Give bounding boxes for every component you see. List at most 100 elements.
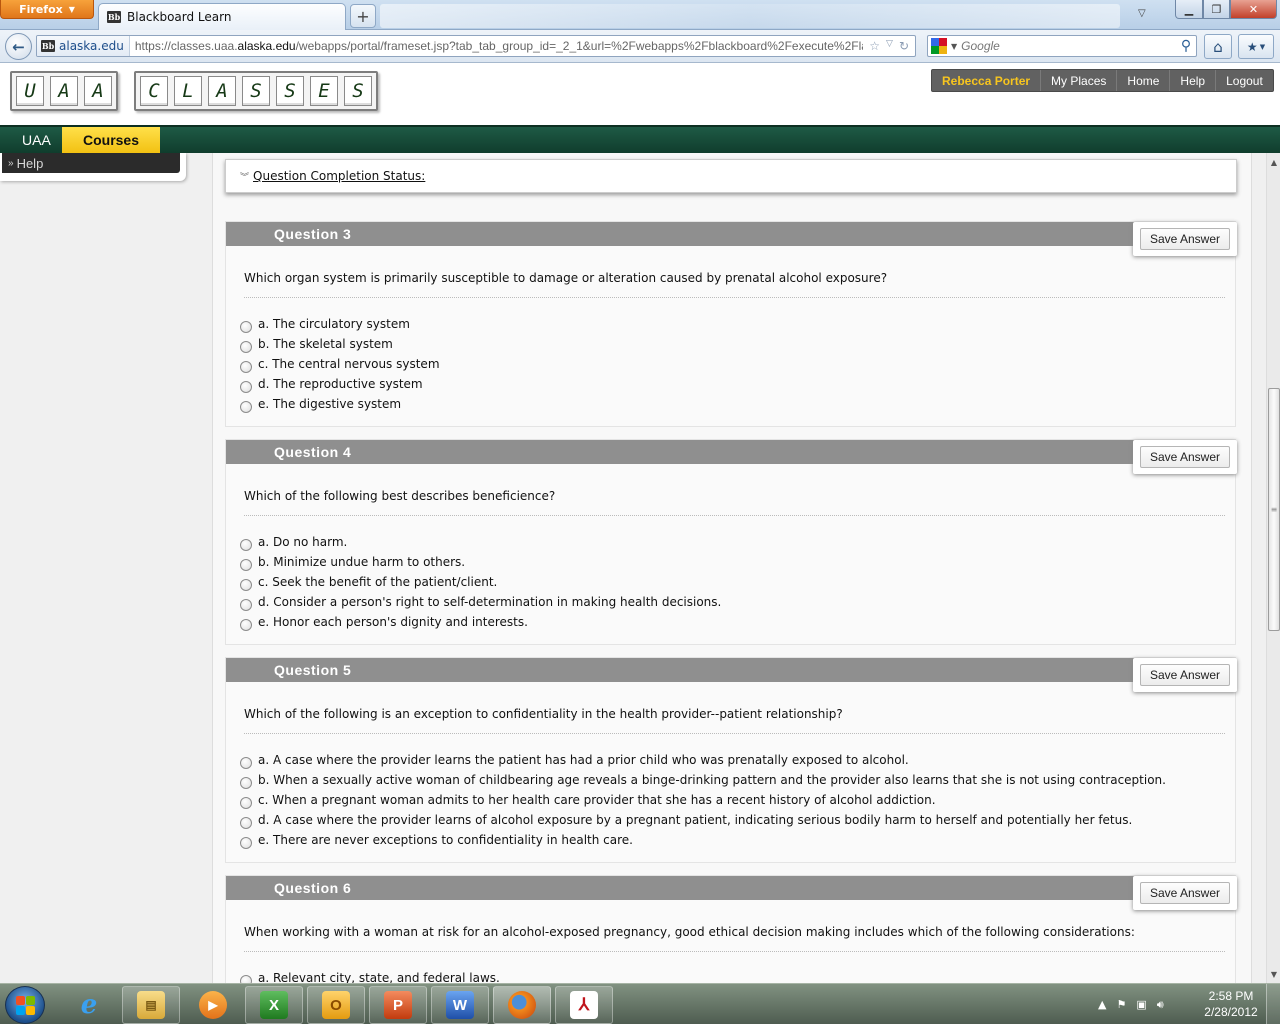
save-answer-button[interactable]: Save Answer — [1139, 446, 1231, 468]
radio-button[interactable] — [240, 559, 252, 571]
answer-option[interactable]: b. Minimize undue harm to others. — [240, 549, 1235, 571]
firefox-menu-button[interactable]: Firefox ▼ — [0, 0, 94, 19]
minimize-button[interactable]: ▁ — [1175, 0, 1203, 19]
radio-button[interactable] — [240, 975, 252, 983]
taskbar-acrobat-reader[interactable]: ⅄ — [555, 986, 613, 1024]
radio-button[interactable] — [240, 579, 252, 591]
close-button[interactable]: ✕ — [1230, 0, 1277, 19]
my-places-link[interactable]: My Places — [1040, 70, 1116, 91]
home-link[interactable]: Home — [1116, 70, 1169, 91]
radio-button[interactable] — [240, 321, 252, 333]
save-answer-button[interactable]: Save Answer — [1139, 228, 1231, 250]
radio-button[interactable] — [240, 341, 252, 353]
answer-option[interactable]: e. There are never exceptions to confide… — [240, 827, 1235, 849]
logo-classes[interactable]: C L A S S E S — [134, 71, 378, 111]
site-identity-button[interactable]: Bb alaska.edu — [37, 36, 130, 56]
background-tabs[interactable] — [380, 4, 1120, 28]
scrollbar-thumb[interactable]: ≡ — [1268, 388, 1280, 631]
show-hidden-icons-icon[interactable]: ▲ — [1098, 998, 1106, 1011]
tab-uaa[interactable]: UAA — [12, 127, 61, 153]
answer-option[interactable]: a. A case where the provider learns the … — [240, 747, 1235, 769]
logo-uaa[interactable]: U A A — [10, 71, 118, 111]
radio-button[interactable] — [240, 381, 252, 393]
radio-button[interactable] — [240, 757, 252, 769]
answer-option[interactable]: a. Relevant city, state, and federal law… — [240, 965, 1235, 983]
tab-list-chevron-icon[interactable]: ▽ — [1138, 8, 1146, 19]
taskbar-file-explorer[interactable]: ▤ — [122, 986, 180, 1024]
answer-option[interactable]: e. Honor each person's dignity and inter… — [240, 609, 1235, 631]
home-icon: ⌂ — [1213, 37, 1223, 56]
tab-title: Blackboard Learn — [127, 10, 232, 24]
tab-blackboard-learn[interactable]: Bb Blackboard Learn — [98, 3, 346, 30]
save-answer-button[interactable]: Save Answer — [1139, 664, 1231, 686]
action-center-flag-icon[interactable]: ⚑ — [1116, 998, 1126, 1011]
taskbar-internet-explorer[interactable]: e — [60, 986, 118, 1024]
answer-option[interactable]: d. The reproductive system — [240, 371, 1235, 393]
radio-button[interactable] — [240, 837, 252, 849]
show-desktop-button[interactable] — [1266, 984, 1280, 1024]
radio-button[interactable] — [240, 599, 252, 611]
answer-option[interactable]: c. Seek the benefit of the patient/clien… — [240, 569, 1235, 591]
star-icon[interactable]: ☆ — [869, 39, 880, 53]
save-answer-container: Save Answer — [1133, 222, 1237, 256]
taskbar-outlook[interactable]: O — [307, 986, 365, 1024]
taskbar-powerpoint[interactable]: P — [369, 986, 427, 1024]
back-button[interactable]: ← — [5, 33, 32, 60]
maximize-button[interactable]: ❐ — [1203, 0, 1230, 19]
save-answer-button[interactable]: Save Answer — [1139, 882, 1231, 904]
radio-button[interactable] — [240, 777, 252, 789]
answer-option[interactable]: d. Consider a person's right to self-det… — [240, 589, 1235, 611]
user-name-link[interactable]: Rebecca Porter — [932, 70, 1040, 91]
taskbar-firefox[interactable] — [493, 986, 551, 1024]
chevron-down-icon: ▼ — [68, 4, 75, 14]
user-menu: Rebecca Porter My Places Home Help Logou… — [931, 69, 1274, 92]
home-button[interactable]: ⌂ — [1204, 34, 1232, 59]
logout-link[interactable]: Logout — [1215, 70, 1273, 91]
help-link[interactable]: Help — [1169, 70, 1215, 91]
history-dropdown-icon[interactable]: ▽ — [886, 39, 893, 53]
taskbar-media-player[interactable]: ▶ — [184, 986, 242, 1024]
scroll-up-arrow-icon[interactable]: ▲ — [1267, 155, 1280, 169]
question-completion-status-link[interactable]: Question Completion Status: — [253, 169, 425, 183]
answer-label: a. Relevant city, state, and federal law… — [258, 971, 500, 983]
answer-option[interactable]: e. The digestive system — [240, 391, 1235, 413]
search-engine-dropdown-icon[interactable]: ▼ — [951, 42, 957, 51]
answer-option[interactable]: c. The central nervous system — [240, 351, 1235, 373]
bookmarks-button[interactable]: ★ ▼ — [1238, 34, 1274, 59]
question-completion-status[interactable]: ︾ Question Completion Status: — [225, 159, 1237, 193]
course-menu-help[interactable]: » Help — [2, 153, 180, 173]
answer-option[interactable]: a. Do no harm. — [240, 529, 1235, 551]
url-text[interactable]: https://classes.uaa.alaska.edu/webapps/p… — [130, 39, 863, 53]
answer-option[interactable]: b. When a sexually active woman of child… — [240, 767, 1235, 789]
reload-icon[interactable]: ↻ — [899, 39, 909, 53]
answer-options: a. The circulatory system b. The skeleta… — [226, 298, 1235, 413]
new-tab-button[interactable]: + — [350, 4, 376, 28]
answer-option[interactable]: a. The circulatory system — [240, 311, 1235, 333]
search-bar[interactable]: ▼ Google ⚲ — [927, 35, 1197, 57]
taskbar-word[interactable]: W — [431, 986, 489, 1024]
search-icon[interactable]: ⚲ — [1176, 38, 1196, 54]
search-input[interactable]: Google — [961, 39, 1172, 53]
radio-button[interactable] — [240, 539, 252, 551]
network-icon[interactable]: ▣ — [1136, 998, 1146, 1011]
logo-tile: A — [84, 76, 112, 106]
radio-button[interactable] — [240, 619, 252, 631]
radio-button[interactable] — [240, 361, 252, 373]
radio-button[interactable] — [240, 817, 252, 829]
url-bar[interactable]: Bb alaska.edu https://classes.uaa.alaska… — [36, 35, 916, 57]
question-header: Question 3 — [226, 222, 1235, 246]
start-button[interactable] — [5, 986, 45, 1024]
scroll-down-arrow-icon[interactable]: ▼ — [1267, 967, 1280, 981]
taskbar-excel[interactable]: X — [245, 986, 303, 1024]
vertical-scrollbar[interactable]: ▲ ≡ ▼ — [1266, 153, 1280, 983]
answer-option[interactable]: d. A case where the provider learns of a… — [240, 807, 1235, 829]
tab-courses[interactable]: Courses — [62, 127, 160, 153]
answer-option[interactable]: c. When a pregnant woman admits to her h… — [240, 787, 1235, 809]
answer-label: e. The digestive system — [258, 397, 402, 411]
radio-button[interactable] — [240, 401, 252, 413]
taskbar-clock[interactable]: 2:58 PM 2/28/2012 — [1200, 988, 1262, 1020]
answer-option[interactable]: b. The skeletal system — [240, 331, 1235, 353]
google-logo-icon[interactable] — [931, 38, 947, 54]
radio-button[interactable] — [240, 797, 252, 809]
volume-icon[interactable]: 🔊︎ — [1157, 998, 1164, 1012]
